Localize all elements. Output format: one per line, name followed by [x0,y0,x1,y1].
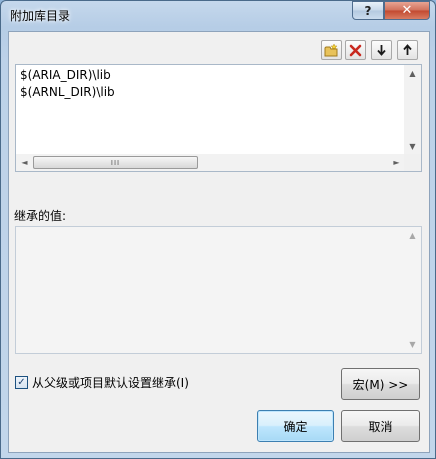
title-bar[interactable]: 附加库目录 ? ✕ [1,1,435,29]
scroll-down-icon[interactable]: ▼ [404,138,421,155]
delete-x-icon [349,44,362,56]
scroll-right-icon[interactable]: ► [388,154,405,171]
inherit-option[interactable]: ✓ 从父级或项目默认设置继承(I) [15,374,189,391]
scroll-up-icon[interactable]: ▲ [404,65,421,82]
move-down-button[interactable] [371,40,392,60]
ok-button[interactable]: 确定 [257,410,334,442]
macro-button[interactable]: 宏(M) >> [341,368,420,400]
help-button[interactable]: ? [352,1,384,20]
inherited-values-list: ▲ ▼ [15,226,422,354]
arrow-down-icon [377,45,386,56]
vertical-scrollbar[interactable]: ▲ ▼ [404,227,421,353]
scroll-corner [404,154,421,171]
dialog-window: 附加库目录 ? ✕ $(ARIA_DIR)\lib $(ARNL_DIR)\li… [0,0,436,459]
scroll-up-icon[interactable]: ▲ [404,227,421,244]
scroll-down-icon[interactable]: ▼ [404,336,421,353]
checkmark-icon: ✓ [17,376,26,388]
directory-list[interactable]: $(ARIA_DIR)\lib $(ARNL_DIR)\lib ▲ ▼ ◄ II… [15,64,422,172]
list-item[interactable]: $(ARNL_DIR)\lib [20,85,115,99]
close-icon: ✕ [401,3,413,18]
window-title: 附加库目录 [10,9,71,23]
move-up-button[interactable] [397,40,418,60]
inherited-values-label: 继承的值: [14,209,67,223]
help-icon: ? [364,3,372,18]
close-button[interactable]: ✕ [384,1,430,20]
scroll-left-icon[interactable]: ◄ [16,154,33,171]
scroll-thumb[interactable]: III [33,156,198,169]
cancel-button[interactable]: 取消 [341,410,420,442]
scroll-grip-icon: III [110,158,121,167]
dialog-client-area: $(ARIA_DIR)\lib $(ARNL_DIR)\lib ▲ ▼ ◄ II… [8,31,430,453]
vertical-scrollbar[interactable]: ▲ ▼ [404,65,421,155]
horizontal-scrollbar[interactable]: ◄ III ► [16,154,405,171]
new-folder-icon [324,43,338,56]
inherit-checkbox-label[interactable]: 从父级或项目默认设置继承(I) [32,374,189,391]
delete-button[interactable] [345,40,366,60]
inherit-checkbox[interactable]: ✓ [15,376,28,389]
arrow-up-icon [403,44,412,55]
list-item[interactable]: $(ARIA_DIR)\lib [20,68,111,82]
new-line-button[interactable] [321,40,342,60]
